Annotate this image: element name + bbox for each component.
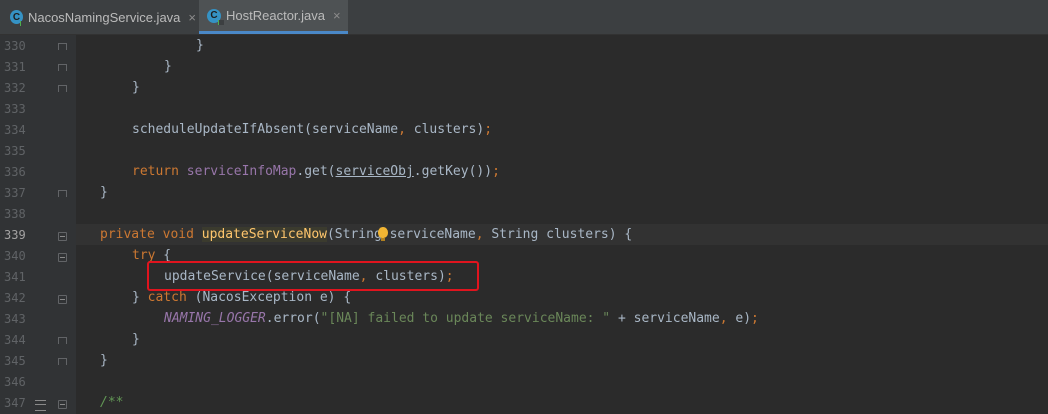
tab-host-reactor[interactable]: C HostReactor.java × <box>199 0 348 34</box>
line-number: 342 <box>4 291 26 305</box>
java-class-icon: C <box>207 8 224 25</box>
tab-nacos-naming-service[interactable]: C NacosNamingService.java × <box>6 0 196 34</box>
documentation-toggle-icon[interactable] <box>35 400 46 411</box>
line-number: 343 <box>4 312 26 326</box>
code-line-336: return serviceInfoMap.get(serviceObj.get… <box>132 164 500 179</box>
line-number: 344 <box>4 333 26 347</box>
code-line-337: } <box>100 185 108 200</box>
code-area[interactable]: } } } scheduleUpdateIfAbsent(serviceName… <box>76 35 1048 414</box>
line-number: 346 <box>4 375 26 389</box>
code-line-347: /** <box>100 395 124 410</box>
close-icon[interactable]: × <box>333 8 341 23</box>
line-number: 334 <box>4 123 26 137</box>
line-number: 335 <box>4 144 26 158</box>
fold-icon[interactable] <box>58 232 67 241</box>
editor-gutter: 330 331 332 333 334 335 336 337 338 339 … <box>0 35 76 414</box>
code-line-330: } <box>196 38 204 53</box>
code-line-334: scheduleUpdateIfAbsent(serviceName, clus… <box>132 122 493 137</box>
intention-bulb-icon[interactable] <box>378 227 388 241</box>
code-line-345: } <box>100 353 108 368</box>
line-number: 341 <box>4 270 26 284</box>
fold-end-icon[interactable] <box>58 337 67 344</box>
line-number-current: 339 <box>4 228 26 242</box>
fold-end-icon[interactable] <box>58 64 67 71</box>
code-line-343: NAMING_LOGGER.error("[NA] failed to upda… <box>164 311 759 326</box>
code-line-344: } <box>132 332 140 347</box>
code-line-332: } <box>132 80 140 95</box>
line-number: 336 <box>4 165 26 179</box>
line-number: 333 <box>4 102 26 116</box>
line-number: 330 <box>4 39 26 53</box>
tab-label: NacosNamingService.java <box>27 9 181 25</box>
tab-label: HostReactor.java <box>226 8 325 23</box>
line-number: 337 <box>4 186 26 200</box>
code-line-331: } <box>164 59 172 74</box>
ide-editor-window: C NacosNamingService.java × C HostReacto… <box>0 0 1048 414</box>
line-number: 331 <box>4 60 26 74</box>
highlight-annotation-box <box>147 261 479 291</box>
fold-end-icon[interactable] <box>58 190 67 197</box>
fold-icon[interactable] <box>58 400 67 409</box>
fold-end-icon[interactable] <box>58 358 67 365</box>
java-class-icon: C <box>10 10 26 26</box>
fold-end-icon[interactable] <box>58 43 67 50</box>
close-icon[interactable]: × <box>188 10 196 25</box>
fold-end-icon[interactable] <box>58 85 67 92</box>
line-number: 347 <box>4 396 26 410</box>
line-number: 332 <box>4 81 26 95</box>
line-number: 340 <box>4 249 26 263</box>
fold-icon[interactable] <box>58 253 67 262</box>
line-number: 345 <box>4 354 26 368</box>
editor-tab-bar: C NacosNamingService.java × C HostReacto… <box>0 0 1048 35</box>
fold-icon[interactable] <box>58 295 67 304</box>
code-line-339: private void updateServiceNow(String ser… <box>100 227 633 242</box>
line-number: 338 <box>4 207 26 221</box>
